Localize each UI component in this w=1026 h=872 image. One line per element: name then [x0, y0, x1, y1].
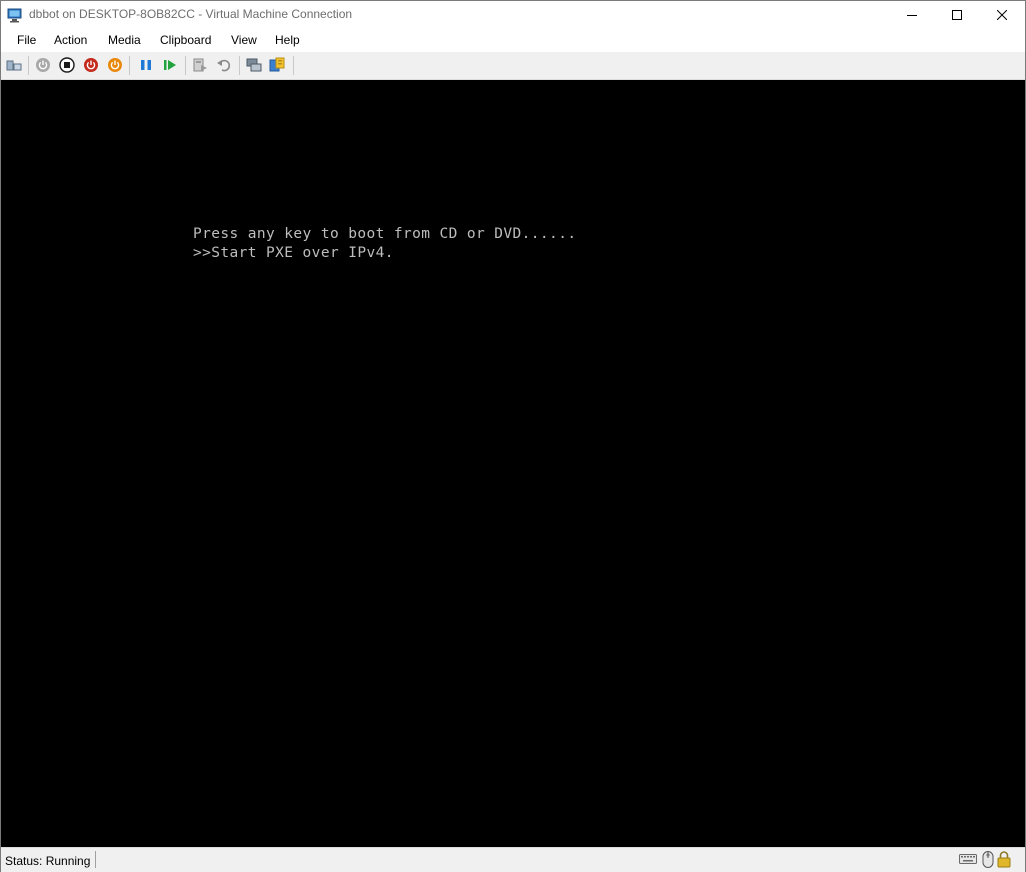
status-separator	[95, 851, 96, 868]
toolbar-separator	[28, 56, 29, 75]
turn-off-button[interactable]	[59, 57, 75, 73]
shut-down-button[interactable]	[83, 57, 99, 73]
resume-button[interactable]	[162, 57, 178, 73]
toolbar	[1, 52, 1025, 80]
vm-connection-window: dbbot on DESKTOP-8OB82CC - Virtual Machi…	[0, 0, 1026, 872]
ctrl-alt-del-button[interactable]	[6, 57, 22, 73]
maximize-icon	[952, 10, 962, 20]
keyboard-icon	[959, 853, 977, 869]
start-icon	[35, 57, 51, 73]
vm-display[interactable]: Press any key to boot from CD or DVD....…	[1, 80, 1025, 847]
menu-clipboard[interactable]: Clipboard	[160, 33, 211, 47]
enhanced-session-button[interactable]	[246, 57, 262, 73]
console-line: >>Start PXE over IPv4.	[193, 245, 394, 261]
lock-icon	[997, 851, 1011, 868]
checkpoint-icon	[192, 57, 208, 73]
mouse-icon	[982, 851, 994, 868]
status-bar: Status: Running	[1, 847, 1025, 872]
revert-icon	[216, 57, 232, 73]
menu-file[interactable]: File	[17, 33, 36, 47]
enhanced-session-icon	[246, 57, 262, 73]
minimize-icon	[907, 10, 917, 20]
pause-button[interactable]	[138, 57, 154, 73]
vm-connection-icon	[7, 7, 23, 23]
start-button[interactable]	[35, 57, 51, 73]
toolbar-separator	[293, 56, 294, 75]
ctrl-alt-del-icon	[6, 57, 22, 73]
shut-down-icon	[83, 57, 99, 73]
save-icon	[107, 57, 123, 73]
window-title: dbbot on DESKTOP-8OB82CC - Virtual Machi…	[29, 7, 353, 21]
revert-button[interactable]	[216, 57, 232, 73]
share-button[interactable]	[269, 57, 285, 73]
title-bar[interactable]: dbbot on DESKTOP-8OB82CC - Virtual Machi…	[1, 1, 1025, 29]
close-button[interactable]	[979, 1, 1025, 29]
close-icon	[997, 10, 1007, 20]
menu-help[interactable]: Help	[275, 33, 300, 47]
share-icon	[269, 57, 285, 73]
menu-bar: File Action Media Clipboard View Help	[1, 29, 1025, 52]
menu-action[interactable]: Action	[54, 33, 87, 47]
toolbar-separator	[239, 56, 240, 75]
maximize-button[interactable]	[934, 1, 980, 29]
menu-view[interactable]: View	[231, 33, 257, 47]
status-text: Status: Running	[5, 854, 91, 868]
console-line: Press any key to boot from CD or DVD....…	[193, 226, 577, 242]
toolbar-separator	[185, 56, 186, 75]
save-button[interactable]	[107, 57, 123, 73]
toolbar-separator	[129, 56, 130, 75]
turn-off-icon	[59, 57, 75, 73]
checkpoint-button[interactable]	[192, 57, 208, 73]
resume-icon	[162, 57, 178, 73]
menu-media[interactable]: Media	[108, 33, 141, 47]
minimize-button[interactable]	[889, 1, 935, 29]
pause-icon	[138, 57, 154, 73]
